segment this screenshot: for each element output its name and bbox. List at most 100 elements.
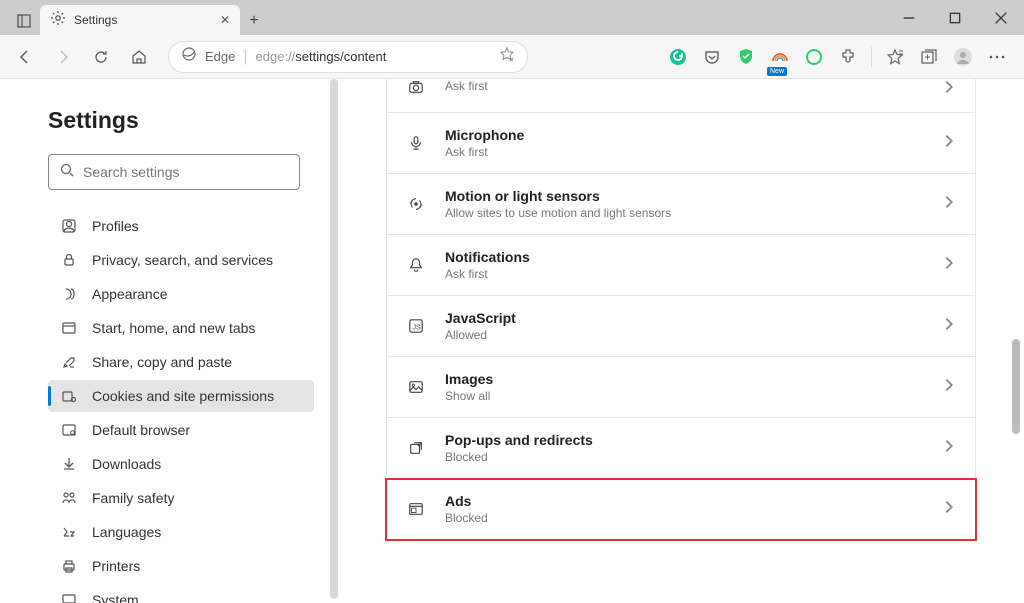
nav-icon (60, 286, 78, 302)
circle-icon[interactable] (803, 46, 825, 68)
more-button[interactable] (986, 46, 1008, 68)
nav-icon (60, 354, 78, 370)
tab-strip: Settings ✕ + (0, 0, 886, 35)
sidebar-item-downloads[interactable]: Downloads (48, 448, 314, 480)
edge-icon (181, 46, 197, 67)
row-desc: Ask first (445, 145, 923, 159)
bell-icon (405, 257, 427, 273)
close-icon[interactable]: ✕ (220, 13, 230, 27)
svg-text:JS: JS (412, 324, 421, 332)
setting-row-images[interactable]: ImagesShow all (386, 357, 976, 418)
nav-icon (60, 524, 78, 540)
row-title: Notifications (445, 249, 923, 265)
search-field[interactable] (83, 164, 289, 180)
close-window-button[interactable] (978, 3, 1024, 33)
chevron-right-icon (941, 194, 957, 215)
address-bar[interactable]: Edge | edge://settings/content (168, 41, 528, 73)
home-button[interactable] (122, 40, 156, 74)
row-title: Pop-ups and redirects (445, 432, 923, 448)
setting-row-microphone[interactable]: Microphone Ask first (386, 113, 976, 174)
minimize-button[interactable] (886, 3, 932, 33)
extension-icons (667, 46, 1016, 68)
row-desc: Blocked (445, 511, 923, 525)
profile-button[interactable] (952, 46, 974, 68)
sidebar-item-privacy-search-and-services[interactable]: Privacy, search, and services (48, 244, 314, 276)
page-title: Settings (48, 107, 314, 134)
ads-icon (405, 501, 427, 517)
page-scrollbar-thumb[interactable] (1012, 339, 1020, 434)
row-title: Motion or light sensors (445, 188, 923, 204)
collections-button[interactable] (918, 46, 940, 68)
sidebar-nav: ProfilesPrivacy, search, and services App… (48, 210, 314, 603)
sidebar-item-languages[interactable]: Languages (48, 516, 314, 548)
sidebar-item-default-browser[interactable]: Default browser (48, 414, 314, 446)
sidebar-item-profiles[interactable]: Profiles (48, 210, 314, 242)
rainbow-icon[interactable] (769, 46, 791, 68)
sidebar-item-printers[interactable]: Printers (48, 550, 314, 582)
nav-label: System (92, 592, 139, 603)
setting-row-ads[interactable]: AdsBlocked (386, 479, 976, 540)
nav-label: Start, home, and new tabs (92, 320, 255, 336)
nav-label: Default browser (92, 422, 190, 438)
setting-row-motion-or-light-sensors[interactable]: Motion or light sensors Allow sites to us… (386, 174, 976, 235)
favorite-icon[interactable] (499, 46, 515, 67)
nav-icon (60, 218, 78, 234)
setting-row-pop-ups-and-redirects[interactable]: Pop-ups and redirects Blocked (386, 418, 976, 479)
nav-label: Cookies and site permissions (92, 388, 274, 404)
favorites-button[interactable] (884, 46, 906, 68)
sidebar-item-start-home-and-new-tabs[interactable]: Start, home, and new tabs (48, 312, 314, 344)
search-icon (59, 162, 75, 183)
settings-sidebar: Settings ProfilesPrivacy, search, and se… (0, 79, 338, 603)
tab-actions-button[interactable] (8, 7, 40, 35)
camera-icon (405, 79, 427, 95)
nav-icon (60, 388, 78, 404)
setting-row-camera[interactable]: CameraAsk first (386, 79, 976, 113)
nav-label: Share, copy and paste (92, 354, 232, 370)
chevron-right-icon (941, 499, 957, 520)
popup-icon (405, 440, 427, 456)
page-scroll-track[interactable] (1014, 79, 1022, 603)
nav-icon (60, 252, 78, 268)
new-tab-button[interactable]: + (240, 7, 268, 35)
chevron-right-icon (941, 377, 957, 398)
grammarly-icon[interactable] (667, 46, 689, 68)
shield-icon[interactable] (735, 46, 757, 68)
nav-icon (60, 592, 78, 603)
nav-icon (60, 558, 78, 574)
js-icon: JS (405, 318, 427, 334)
chevron-right-icon (941, 79, 957, 100)
sidebar-item-appearance[interactable]: Appearance (48, 278, 314, 310)
sidebar-item-cookies-and-site-permissions[interactable]: Cookies and site permissions (48, 380, 314, 412)
extensions-button[interactable] (837, 46, 859, 68)
sidebar-scrollbar[interactable] (330, 79, 338, 599)
chevron-right-icon (941, 438, 957, 459)
pocket-icon[interactable] (701, 46, 723, 68)
sidebar-item-family-safety[interactable]: Family safety (48, 482, 314, 514)
refresh-button[interactable] (84, 40, 118, 74)
maximize-button[interactable] (932, 3, 978, 33)
browser-tab[interactable]: Settings ✕ (40, 5, 240, 35)
nav-label: Appearance (92, 286, 168, 302)
nav-icon (60, 320, 78, 336)
toolbar: Edge | edge://settings/content (0, 35, 1024, 79)
row-desc: Allowed (445, 328, 923, 342)
nav-label: Languages (92, 524, 161, 540)
address-label: Edge (205, 49, 235, 64)
back-button[interactable] (8, 40, 42, 74)
mic-icon (405, 135, 427, 151)
content-area: Settings ProfilesPrivacy, search, and se… (0, 79, 1024, 603)
gear-icon (50, 10, 66, 31)
row-title: Microphone (445, 127, 923, 143)
nav-label: Printers (92, 558, 140, 574)
forward-button[interactable] (46, 40, 80, 74)
setting-row-javascript[interactable]: JSJavaScriptAllowed (386, 296, 976, 357)
search-input[interactable] (48, 154, 300, 190)
settings-list: CameraAsk first Microphone Ask first Motion… (386, 79, 976, 540)
row-desc: Blocked (445, 450, 923, 464)
row-desc: Allow sites to use motion and light sens… (445, 206, 923, 220)
address-url: edge://settings/content (256, 49, 387, 64)
sidebar-item-system[interactable]: System (48, 584, 314, 603)
sidebar-item-share-copy-and-paste[interactable]: Share, copy and paste (48, 346, 314, 378)
setting-row-notifications[interactable]: Notifications Ask first (386, 235, 976, 296)
row-desc: Ask first (445, 267, 923, 281)
